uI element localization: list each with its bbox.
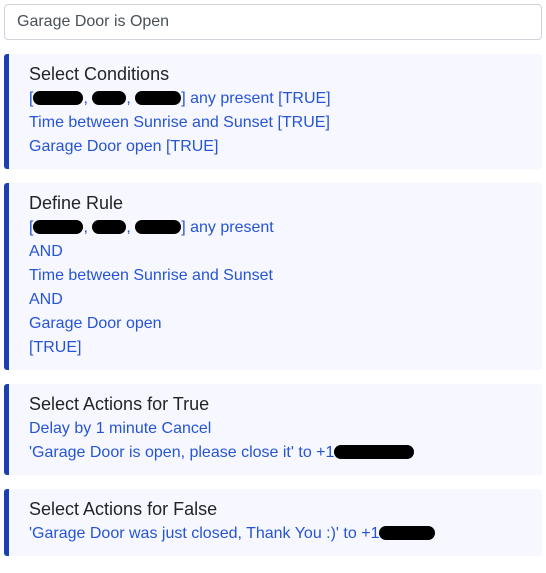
text-fragment: , <box>83 90 92 107</box>
redacted-name <box>33 220 83 234</box>
rule-and[interactable]: AND <box>29 240 528 264</box>
condition-door[interactable]: Garage Door open [TRUE] <box>29 135 528 159</box>
text-fragment: , <box>126 90 135 107</box>
redacted-name <box>92 91 126 105</box>
rule-time[interactable]: Time between Sunrise and Sunset <box>29 264 528 288</box>
condition-presence[interactable]: [, , ] any present [TRUE] <box>29 87 528 111</box>
rule-name-input[interactable]: Garage Door is Open <box>4 4 542 40</box>
rule-door[interactable]: Garage Door open <box>29 312 528 336</box>
rule-and[interactable]: AND <box>29 288 528 312</box>
redacted-name <box>135 91 181 105</box>
text-fragment: , <box>126 219 135 236</box>
conditions-panel: Select Conditions [, , ] any present [TR… <box>4 54 542 169</box>
action-delay[interactable]: Delay by 1 minute Cancel <box>29 417 528 441</box>
conditions-title: Select Conditions <box>29 64 528 85</box>
rule-presence[interactable]: [, , ] any present <box>29 216 528 240</box>
redacted-phone <box>334 445 414 459</box>
redacted-phone <box>379 526 435 540</box>
true-actions-title: Select Actions for True <box>29 394 528 415</box>
false-actions-panel: Select Actions for False 'Garage Door wa… <box>4 489 542 556</box>
true-actions-panel: Select Actions for True Delay by 1 minut… <box>4 384 542 475</box>
false-actions-title: Select Actions for False <box>29 499 528 520</box>
rule-title: Define Rule <box>29 193 528 214</box>
rule-result[interactable]: [TRUE] <box>29 336 528 360</box>
action-notify-open[interactable]: 'Garage Door is open, please close it' t… <box>29 441 528 465</box>
text-fragment: 'Garage Door is open, please close it' t… <box>29 444 334 461</box>
text-fragment: ] any present <box>181 219 274 236</box>
redacted-name <box>33 91 83 105</box>
rule-panel: Define Rule [, , ] any present AND Time … <box>4 183 542 370</box>
action-notify-closed[interactable]: 'Garage Door was just closed, Thank You … <box>29 522 528 546</box>
redacted-name <box>92 220 126 234</box>
text-fragment: 'Garage Door was just closed, Thank You … <box>29 525 379 542</box>
text-fragment: , <box>83 219 92 236</box>
text-fragment: ] any present [TRUE] <box>181 90 330 107</box>
redacted-name <box>135 220 181 234</box>
condition-time[interactable]: Time between Sunrise and Sunset [TRUE] <box>29 111 528 135</box>
